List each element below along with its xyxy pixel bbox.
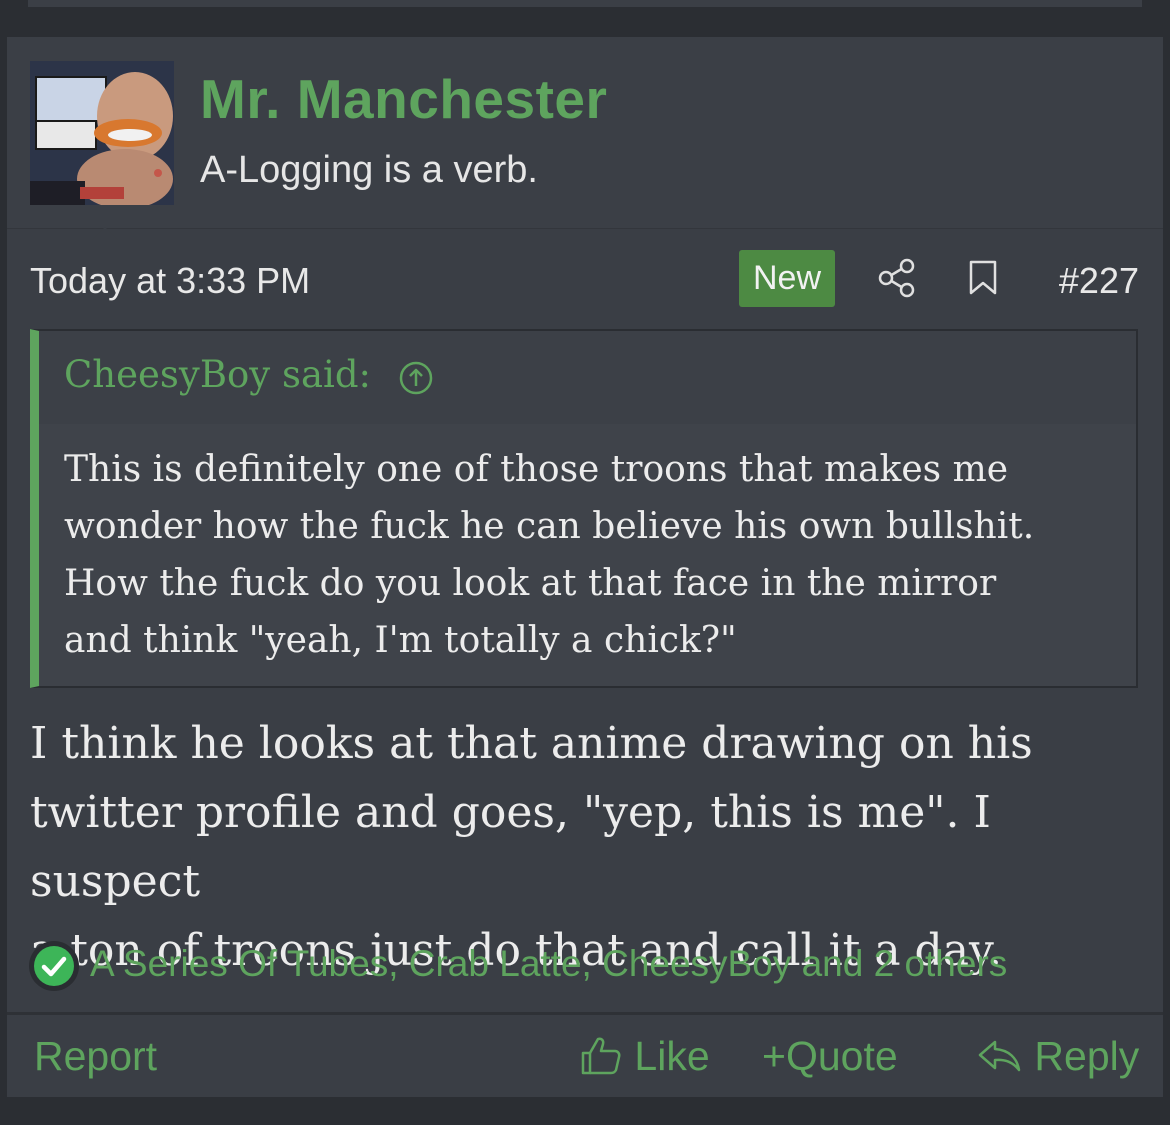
reactions-bar: A Series Of Tubes, Crab Latte, CheesyBoy… (27, 937, 1143, 997)
like-label: Like (634, 1033, 710, 1079)
user-title: A-Logging is a verb. (200, 149, 538, 191)
quote-line: wonder how the fuck he can believe his o… (64, 506, 1035, 547)
previous-card-border (28, 0, 1142, 7)
quote-label: Quote (785, 1033, 898, 1079)
avatar[interactable] (30, 61, 174, 205)
checkmark-circle-icon (27, 939, 81, 993)
quote-button[interactable]: +Quote (762, 1033, 898, 1080)
bookmark-icon[interactable] (967, 259, 999, 297)
forum-post: Mr. Manchester A-Logging is a verb. Toda… (7, 37, 1163, 1097)
post-timestamp[interactable]: Today at 3:33 PM (30, 260, 310, 302)
reply-label: Reply (1034, 1033, 1140, 1079)
arrow-up-circle-icon[interactable] (398, 360, 434, 396)
quote-line: How the fuck do you look at that face in… (64, 563, 997, 604)
new-badge: New (739, 250, 835, 307)
post-meta: Today at 3:33 PM New #227 (7, 242, 1163, 312)
previous-post-edge (0, 0, 1170, 36)
reply-button[interactable]: Reply (975, 1033, 1139, 1080)
report-label: Report (34, 1033, 158, 1079)
avatar-illustration (30, 61, 174, 205)
next-post-gap (0, 1097, 1170, 1125)
user-header: Mr. Manchester A-Logging is a verb. (7, 37, 1163, 240)
reply-arrow-icon (978, 1040, 1021, 1072)
message-line: I think he looks at that anime drawing o… (30, 718, 1033, 769)
quote-block: CheesyBoy said: This is definitely one o… (30, 329, 1138, 688)
username[interactable]: Mr. Manchester (200, 67, 607, 131)
report-button[interactable]: Report (34, 1033, 157, 1080)
quote-line: and think "yeah, I'm totally a chick?" (64, 620, 737, 661)
quote-line: This is definitely one of those troons t… (64, 449, 1009, 490)
thumbs-up-icon (581, 1037, 621, 1075)
quote-header: CheesyBoy said: (39, 331, 1136, 424)
post-actions: Report Like +Quote Reply (7, 1015, 1163, 1097)
header-pointer (92, 227, 118, 240)
quote-author[interactable]: CheesyBoy said: (64, 353, 371, 396)
quote-body: This is definitely one of those troons t… (64, 441, 1116, 669)
post-number[interactable]: #227 (1059, 260, 1139, 302)
share-icon[interactable] (876, 257, 918, 299)
message-line: twitter profile and goes, "yep, this is … (30, 787, 991, 907)
plus-icon: + (762, 1033, 786, 1079)
like-button[interactable]: Like (579, 1033, 710, 1080)
reaction-users[interactable]: A Series Of Tubes, Crab Latte, CheesyBoy… (90, 943, 1007, 985)
